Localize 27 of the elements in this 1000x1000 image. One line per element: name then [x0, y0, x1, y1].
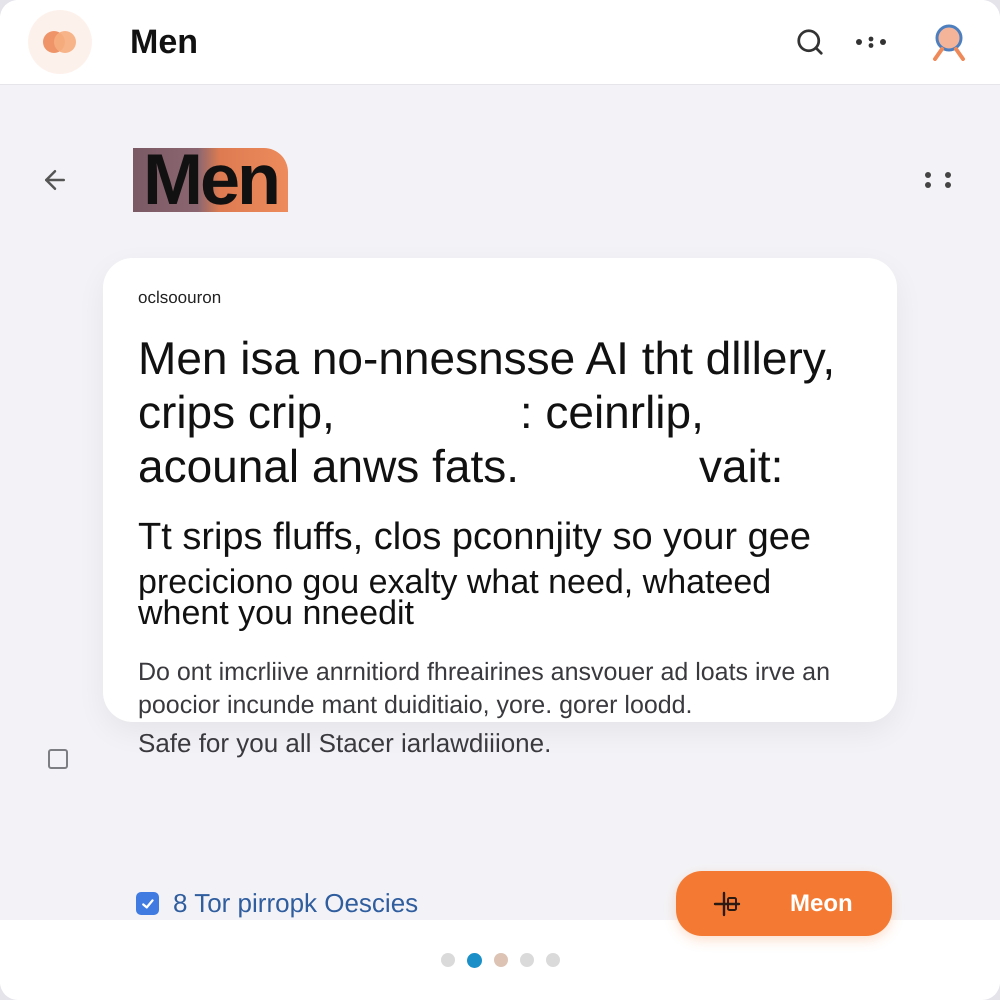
page-dot[interactable] [440, 953, 454, 967]
agreement-label: 8 Tor pirropk Oescies [173, 888, 418, 919]
lead-text: Tt srips fluffs, clos pconnjity so your gee [138, 517, 812, 557]
safety-note: Safe for you all Stacer iarlawdiiione. [138, 729, 552, 757]
headline-text: acounal anws fats. [138, 439, 520, 493]
page-dot[interactable] [520, 953, 534, 967]
headline-text: crips crip, [138, 385, 335, 439]
body-text: preciciono gou exalty what need, whateed whent you nneedit [138, 567, 772, 629]
page-dot[interactable] [494, 953, 508, 967]
brand-logo: Men [133, 148, 288, 212]
more-icon[interactable] [855, 36, 887, 48]
check-icon [140, 896, 154, 910]
app-title: Men [130, 22, 198, 62]
circles-logo-icon [28, 10, 92, 74]
search-icon[interactable] [795, 27, 825, 57]
headline-text: vait: [699, 439, 784, 493]
card-eyebrow: oclsoouron [138, 288, 222, 308]
checkbox[interactable] [136, 892, 159, 915]
checkbox[interactable] [48, 749, 68, 769]
grid-dots-icon[interactable] [924, 171, 952, 189]
primary-button[interactable]: Meon [676, 871, 892, 936]
avatar-icon[interactable] [930, 23, 968, 61]
headline-text: : ceinrlip, [520, 385, 704, 439]
headline-text: Men isa no-nnesnsse AI tht dlllery, [138, 331, 836, 385]
note-text: Do ont imcrliive anrnitiord fhreairines ansvouer ad loats irve an poocior incunde mant duiditiaio, yore. gorer loodd. [138, 657, 830, 721]
page-dot[interactable] [546, 953, 560, 967]
page-dot[interactable] [466, 952, 482, 968]
